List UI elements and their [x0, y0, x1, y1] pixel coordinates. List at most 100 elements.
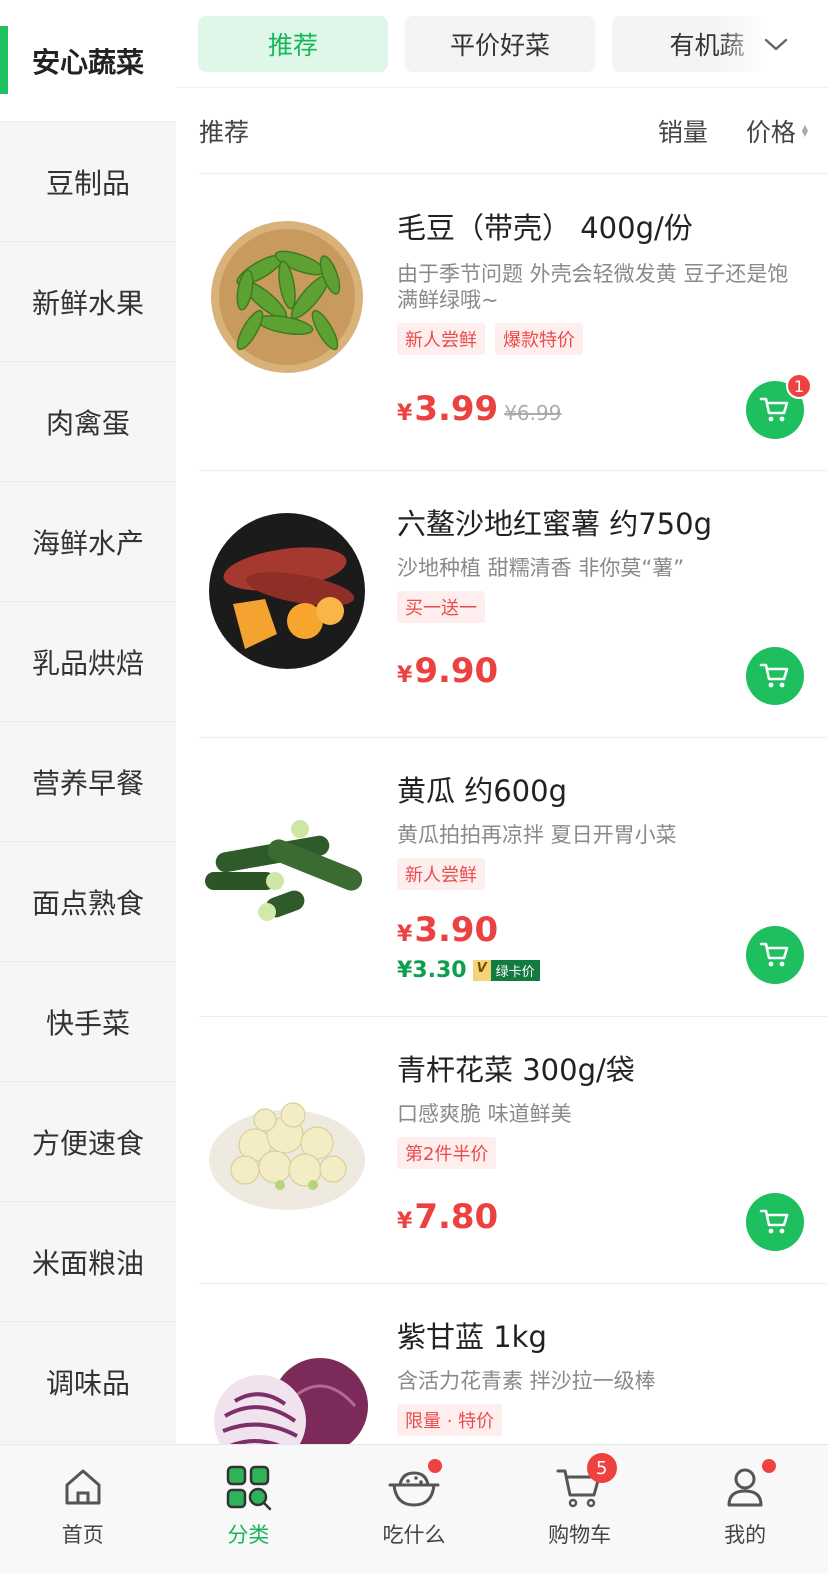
category-sidebar: 安心蔬菜 豆制品 新鲜水果 肉禽蛋 海鲜水产 乳品烘焙 营养早餐 面点熟食 快手… — [0, 0, 176, 1444]
currency-symbol: ¥ — [397, 922, 413, 947]
product-name: 青杆花菜 300g/袋 — [397, 1053, 635, 1087]
green-card-label: 绿卡价 — [490, 960, 540, 981]
cart-icon — [759, 663, 789, 688]
sidebar-item-deli[interactable]: 面点熟食 — [0, 842, 176, 962]
home-icon — [65, 1469, 101, 1505]
product-name: 六鳌沙地红蜜薯 约750g — [397, 507, 712, 541]
product-tags: 新人尝鲜 — [397, 858, 804, 890]
sidebar-item-meat[interactable]: 肉禽蛋 — [0, 362, 176, 482]
app-root: 安心蔬菜 豆制品 新鲜水果 肉禽蛋 海鲜水产 乳品烘焙 营养早餐 面点熟食 快手… — [0, 0, 828, 1574]
profile-icon — [727, 1468, 763, 1507]
promo-tag: 限量 · 特价 — [397, 1404, 503, 1436]
sidebar-item-seafood[interactable]: 海鲜水产 — [0, 482, 176, 602]
cart-quantity-badge: 1 — [786, 373, 812, 399]
product-desc: 口感爽脆 味道鲜美 — [397, 1102, 572, 1126]
sidebar-item-label: 方便速食 — [31, 1126, 144, 1160]
product-name: 黄瓜 约600g — [397, 774, 567, 808]
nav-category[interactable]: 分类 — [166, 1445, 332, 1574]
red-cabbage-image — [214, 1358, 368, 1444]
tab-recommended[interactable]: 推荐 — [198, 16, 388, 72]
nav-label: 分类 — [227, 1523, 270, 1547]
tab-label: 推荐 — [267, 31, 318, 60]
price-value: 3.99 — [414, 389, 499, 429]
notification-dot — [762, 1459, 777, 1473]
price-value: 7.80 — [414, 1197, 499, 1237]
tab-label: 平价好菜 — [449, 31, 550, 60]
product-desc: 黄瓜拍拍再凉拌 夏日开胃小菜 — [397, 823, 677, 847]
category-icon — [227, 1465, 272, 1511]
nav-home[interactable]: 首页 — [0, 1445, 166, 1574]
sidebar-item-vegetables[interactable]: 安心蔬菜 — [0, 0, 176, 122]
product-info: 毛豆（带壳） 400g/份 由于季节问题 外壳会轻微发黄 豆子还是饱满鲜绿哦~ … — [397, 205, 804, 355]
sidebar-item-label: 调味品 — [45, 1366, 130, 1400]
cart-icon — [759, 942, 789, 967]
sidebar-item-seasoning[interactable]: 调味品 — [0, 1322, 176, 1442]
tabs-expand-button[interactable] — [718, 10, 828, 80]
product-card[interactable]: 毛豆（带壳） 400g/份 由于季节问题 外壳会轻微发黄 豆子还是饱满鲜绿哦~ … — [199, 175, 828, 471]
sidebar-item-dairy[interactable]: 乳品烘焙 — [0, 602, 176, 722]
nav-label: 购物车 — [548, 1523, 612, 1547]
currency-symbol: ¥ — [397, 401, 413, 426]
sort-sales[interactable]: 销量 — [658, 113, 708, 149]
add-to-cart-button[interactable] — [746, 1193, 804, 1251]
chevron-down-icon — [764, 38, 788, 51]
add-to-cart-button[interactable] — [746, 647, 804, 705]
product-price: ¥ 9.90 — [397, 651, 498, 691]
sidebar-item-label: 乳品烘焙 — [31, 646, 144, 680]
product-tags: 买一送一 — [397, 591, 804, 623]
sidebar-item-label: 海鲜水产 — [31, 526, 144, 560]
product-info: 六鳌沙地红蜜薯 约750g 沙地种植 甜糯清香 非你莫“薯” 买一送一 — [397, 501, 804, 623]
sidebar-item-breakfast[interactable]: 营养早餐 — [0, 722, 176, 842]
subcategory-tabs: 推荐 平价好菜 有机蔬 — [176, 0, 828, 88]
sidebar-item-fruit[interactable]: 新鲜水果 — [0, 242, 176, 362]
cauliflower-image — [209, 1102, 365, 1210]
sort-bar: 推荐 销量 价格 ▲ ▼ — [199, 88, 828, 174]
promo-tag: 第2件半价 — [397, 1137, 497, 1169]
promo-tag: 买一送一 — [397, 591, 485, 623]
sidebar-item-instant-food[interactable]: 方便速食 — [0, 1082, 176, 1202]
price-value: 9.90 — [414, 651, 499, 691]
sidebar-item-label: 米面粮油 — [31, 1246, 144, 1280]
product-info: 黄瓜 约600g 黄瓜拍拍再凉拌 夏日开胃小菜 新人尝鲜 — [397, 768, 804, 890]
add-to-cart-button[interactable]: 1 — [746, 373, 812, 439]
sort-recommended[interactable]: 推荐 — [199, 113, 658, 149]
sidebar-item-label: 新鲜水果 — [31, 286, 144, 320]
sort-price[interactable]: 价格 ▲ ▼ — [746, 113, 808, 149]
green-card-badge: V 绿卡价 — [472, 960, 540, 981]
promo-tag: 爆款特价 — [495, 323, 583, 355]
product-info: 青杆花菜 300g/袋 口感爽脆 味道鲜美 第2件半价 — [397, 1047, 804, 1169]
sidebar-item-quick-dishes[interactable]: 快手菜 — [0, 962, 176, 1082]
product-name: 毛豆（带壳） 400g/份 — [397, 211, 693, 245]
price-value: 3.90 — [414, 910, 499, 950]
product-tags: 第2件半价 — [397, 1137, 804, 1169]
product-card[interactable]: 黄瓜 约600g 黄瓜拍拍再凉拌 夏日开胃小菜 新人尝鲜 ¥ 3.90 ¥3.3… — [199, 738, 828, 1017]
cart-icon — [759, 1209, 789, 1234]
member-price-value: ¥3.30 — [397, 958, 467, 983]
edamame-image — [211, 221, 363, 373]
nav-cart[interactable]: 购物车 5 — [497, 1445, 663, 1574]
nav-label: 首页 — [61, 1523, 104, 1547]
cart-icon — [759, 397, 789, 422]
original-price: ¥6.99 — [504, 401, 562, 425]
product-tags: 限量 · 特价 — [397, 1404, 804, 1436]
nav-label: 我的 — [724, 1523, 767, 1547]
nav-what-to-eat[interactable]: 吃什么 — [331, 1445, 497, 1574]
sidebar-item-label: 豆制品 — [45, 166, 130, 200]
sidebar-item-label: 快手菜 — [45, 1006, 130, 1040]
tab-affordable[interactable]: 平价好菜 — [405, 16, 595, 72]
add-to-cart-button[interactable] — [746, 926, 804, 984]
currency-symbol: ¥ — [397, 663, 413, 688]
sidebar-item-soy[interactable]: 豆制品 — [0, 122, 176, 242]
product-card[interactable]: 六鳌沙地红蜜薯 约750g 沙地种植 甜糯清香 非你莫“薯” 买一送一 ¥ 9.… — [199, 471, 828, 738]
nav-profile[interactable]: 我的 — [662, 1445, 828, 1574]
member-price: ¥3.30 V 绿卡价 — [397, 958, 540, 983]
product-card[interactable]: 紫甘蓝 1kg 含活力花青素 拌沙拉一级棒 限量 · 特价 — [199, 1284, 828, 1444]
cucumber-image — [205, 820, 363, 921]
sidebar-item-label: 安心蔬菜 — [31, 45, 144, 79]
product-tags: 新人尝鲜 爆款特价 — [397, 323, 804, 355]
product-desc: 由于季节问题 外壳会轻微发黄 豆子还是饱满鲜绿哦~ — [397, 262, 789, 312]
sidebar-item-grain-oil[interactable]: 米面粮油 — [0, 1202, 176, 1322]
sort-price-label: 价格 — [745, 117, 796, 147]
product-card[interactable]: 青杆花菜 300g/袋 口感爽脆 味道鲜美 第2件半价 ¥ 7.80 — [199, 1017, 828, 1284]
product-price: ¥ 3.99 ¥6.99 — [397, 389, 561, 429]
